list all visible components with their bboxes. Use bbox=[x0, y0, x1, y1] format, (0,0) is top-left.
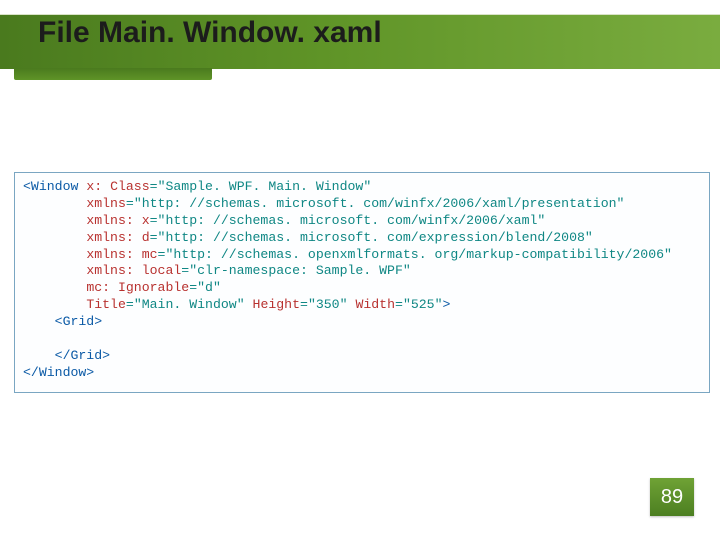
slide: File Main. Window. xaml <Window x: Class… bbox=[0, 0, 720, 540]
code-token: Title bbox=[86, 297, 126, 312]
code-token: = bbox=[126, 297, 134, 312]
code-token: "525" bbox=[403, 297, 443, 312]
code-token: "clr-namespace: Sample. WPF" bbox=[189, 263, 411, 278]
code-token: xmlns: local bbox=[86, 263, 181, 278]
code-token: mc: Ignorable bbox=[86, 280, 189, 295]
xaml-code: <Window x: Class="Sample. WPF. Main. Win… bbox=[23, 179, 701, 382]
code-token: xmlns: mc bbox=[86, 247, 157, 262]
header-tab-accent bbox=[14, 68, 212, 80]
code-token: "350" bbox=[308, 297, 348, 312]
code-token: Height bbox=[253, 297, 300, 312]
code-block: <Window x: Class="Sample. WPF. Main. Win… bbox=[14, 172, 710, 393]
code-token: "Sample. WPF. Main. Window" bbox=[158, 179, 372, 194]
code-token: <Window bbox=[23, 179, 78, 194]
code-token: xmlns bbox=[86, 196, 126, 211]
code-token: "d" bbox=[197, 280, 221, 295]
code-token: xmlns: x bbox=[86, 213, 149, 228]
code-token: > bbox=[443, 297, 451, 312]
code-token: "http: //schemas. microsoft. com/express… bbox=[158, 230, 593, 245]
page-number-badge: 89 bbox=[650, 478, 694, 516]
code-token: = bbox=[395, 297, 403, 312]
code-token: xmlns: d bbox=[86, 230, 149, 245]
code-token: <Grid> bbox=[55, 314, 102, 329]
code-token: "http: //schemas. openxmlformats. org/ma… bbox=[165, 247, 671, 262]
code-token: = bbox=[300, 297, 308, 312]
code-token: "http: //schemas. microsoft. com/winfx/2… bbox=[134, 196, 625, 211]
code-token: "http: //schemas. microsoft. com/winfx/2… bbox=[158, 213, 546, 228]
slide-title: File Main. Window. xaml bbox=[38, 18, 382, 48]
code-token: Width bbox=[355, 297, 395, 312]
code-token: = bbox=[150, 213, 158, 228]
code-token: </Grid> bbox=[55, 348, 110, 363]
code-token: = bbox=[181, 263, 189, 278]
code-token: </Window> bbox=[23, 365, 94, 380]
code-token: x: Class bbox=[86, 179, 149, 194]
code-token: = bbox=[150, 179, 158, 194]
code-token: = bbox=[189, 280, 197, 295]
page-number: 89 bbox=[661, 486, 683, 509]
code-token: = bbox=[150, 230, 158, 245]
code-token: "Main. Window" bbox=[134, 297, 245, 312]
code-token: = bbox=[126, 196, 134, 211]
